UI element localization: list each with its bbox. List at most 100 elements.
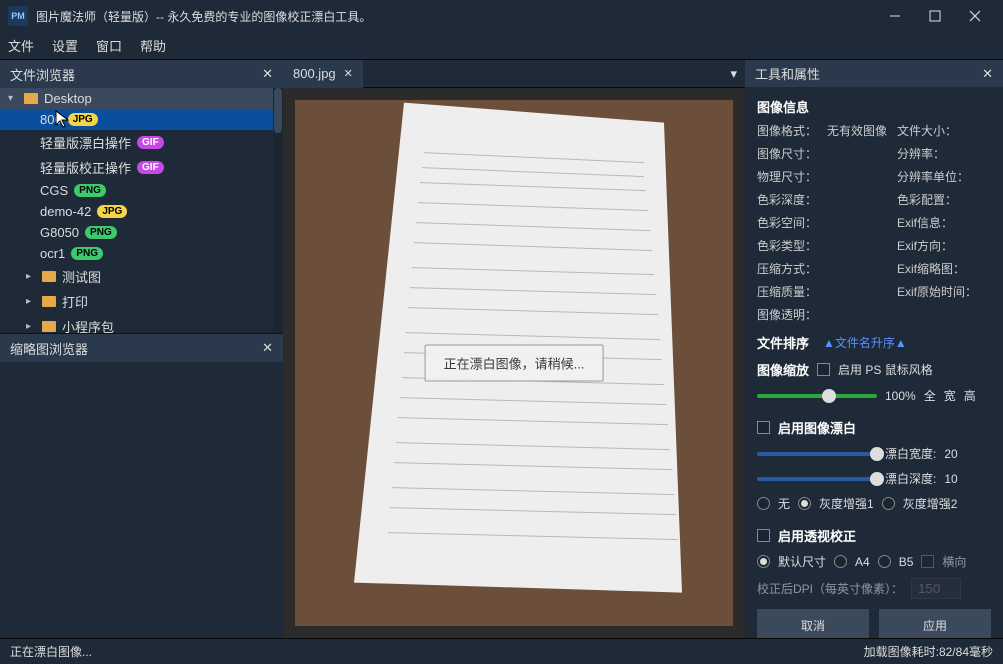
prop-label: 压缩质量： bbox=[757, 283, 827, 300]
cancel-button[interactable]: 取消 bbox=[757, 609, 869, 638]
chevron-right-icon: ▸ bbox=[26, 296, 36, 307]
prop-value: 无有效图像 bbox=[827, 122, 897, 139]
file-item[interactable]: 轻量版漂白操作GIF bbox=[0, 130, 283, 155]
folder-icon bbox=[42, 271, 56, 282]
status-right: 加载图像耗时:82/84毫秒 bbox=[864, 643, 993, 660]
prop-label: 压缩方式： bbox=[757, 260, 827, 277]
file-browser-close-icon[interactable]: ✕ bbox=[262, 66, 273, 82]
prop-label: 色彩配置： bbox=[897, 191, 977, 208]
prop-label: Exif缩略图： bbox=[897, 260, 977, 277]
file-badge: PNG bbox=[71, 247, 103, 260]
properties-title: 工具和属性 bbox=[755, 64, 820, 83]
bleach-width-slider[interactable] bbox=[757, 452, 877, 456]
folder-name: 小程序包 bbox=[62, 317, 114, 334]
prop-label: 图像透明： bbox=[757, 306, 827, 323]
bleach-depth-slider[interactable] bbox=[757, 477, 877, 481]
zoom-full-button[interactable]: 全 bbox=[924, 387, 936, 404]
landscape-label: 横向 bbox=[942, 553, 966, 570]
file-badge: PNG bbox=[85, 226, 117, 239]
file-name: ocr1 bbox=[40, 246, 65, 261]
menu-settings[interactable]: 设置 bbox=[52, 36, 78, 55]
file-item[interactable]: CGSPNG bbox=[0, 180, 283, 201]
image-viewport[interactable]: 正在漂白图像，请稍候... bbox=[283, 88, 745, 638]
menubar: 文件 设置 窗口 帮助 bbox=[0, 32, 1003, 60]
image-info-grid: 图像格式：无有效图像文件大小： 图像尺寸：分辨率： 物理尺寸：分辨率单位： 色彩… bbox=[757, 122, 991, 323]
ps-mouse-checkbox[interactable] bbox=[817, 363, 830, 376]
maximize-button[interactable] bbox=[915, 0, 955, 32]
size-a4-label: A4 bbox=[855, 555, 870, 569]
file-name: 800 bbox=[40, 112, 62, 127]
file-item[interactable]: 轻量版校正操作GIF bbox=[0, 155, 283, 180]
thumb-browser-title: 缩略图浏览器 bbox=[10, 339, 88, 358]
zoom-slider[interactable] bbox=[757, 394, 877, 398]
folder-item[interactable]: ▸ 打印 bbox=[0, 289, 283, 314]
sort-label: 文件排序 bbox=[757, 333, 809, 352]
prop-label: 色彩类型： bbox=[757, 237, 827, 254]
radio-none-label: 无 bbox=[778, 495, 790, 512]
image-info-heading: 图像信息 bbox=[757, 97, 991, 116]
radio-size-default[interactable] bbox=[757, 555, 770, 568]
size-default-label: 默认尺寸 bbox=[778, 553, 826, 570]
minimize-button[interactable] bbox=[875, 0, 915, 32]
prop-label: 分辨率： bbox=[897, 145, 977, 162]
menu-help[interactable]: 帮助 bbox=[140, 36, 166, 55]
tab-label: 800.jpg bbox=[293, 66, 336, 81]
bleach-width-label: 漂白宽度: bbox=[885, 445, 936, 462]
prop-label: 图像尺寸： bbox=[757, 145, 827, 162]
statusbar: 正在漂白图像... 加载图像耗时:82/84毫秒 bbox=[0, 638, 1003, 664]
folder-item[interactable]: ▸小程序包 bbox=[0, 314, 283, 334]
tree-root[interactable]: ▾ Desktop bbox=[0, 88, 283, 109]
folder-name: 打印 bbox=[62, 292, 88, 311]
thumb-panel bbox=[0, 362, 283, 638]
radio-size-a4[interactable] bbox=[834, 555, 847, 568]
prop-label: 图像格式： bbox=[757, 122, 827, 139]
tab-image[interactable]: 800.jpg ✕ bbox=[283, 60, 363, 88]
processing-overlay: 正在漂白图像，请稍候... bbox=[425, 345, 604, 382]
bleach-width-value: 20 bbox=[944, 447, 957, 461]
folder-item[interactable]: ▸测试图 bbox=[0, 264, 283, 289]
titlebar: PM 图片魔法师（轻量版）-- 永久免费的专业的图像校正漂白工具。 bbox=[0, 0, 1003, 32]
tabbar: 800.jpg ✕ ▾ bbox=[283, 60, 745, 88]
prop-label: Exif原始时间： bbox=[897, 283, 977, 300]
bleach-checkbox[interactable] bbox=[757, 421, 770, 434]
folder-name: 测试图 bbox=[62, 267, 101, 286]
radio-gray2[interactable] bbox=[882, 497, 895, 510]
folder-icon bbox=[42, 321, 56, 332]
dpi-label: 校正后DPI（每英寸像素）： bbox=[757, 580, 903, 597]
file-item[interactable]: demo-42JPG bbox=[0, 201, 283, 222]
app-logo: PM bbox=[8, 6, 28, 26]
thumb-browser-close-icon[interactable]: ✕ bbox=[262, 340, 273, 356]
close-button[interactable] bbox=[955, 0, 995, 32]
dpi-input[interactable] bbox=[911, 578, 961, 599]
file-tree-scrollbar[interactable] bbox=[273, 88, 283, 333]
perspective-checkbox[interactable] bbox=[757, 529, 770, 542]
tab-dropdown-icon[interactable]: ▾ bbox=[722, 66, 745, 82]
file-badge: GIF bbox=[137, 161, 164, 174]
landscape-checkbox[interactable] bbox=[921, 555, 934, 568]
file-item[interactable]: G8050PNG bbox=[0, 222, 283, 243]
radio-gray1-label: 灰度增强1 bbox=[819, 495, 874, 512]
apply-button[interactable]: 应用 bbox=[879, 609, 991, 638]
radio-none[interactable] bbox=[757, 497, 770, 510]
menu-window[interactable]: 窗口 bbox=[96, 36, 122, 55]
properties-close-icon[interactable]: ✕ bbox=[982, 66, 993, 82]
bleach-depth-label: 漂白深度: bbox=[885, 470, 936, 487]
file-badge: PNG bbox=[74, 184, 106, 197]
zoom-100-button[interactable]: 100% bbox=[885, 389, 916, 403]
file-item[interactable]: ocr1 PNG bbox=[0, 243, 283, 264]
prop-label: 分辨率单位： bbox=[897, 168, 977, 185]
zoom-wide-button[interactable]: 宽 bbox=[944, 387, 956, 404]
tab-close-icon[interactable]: ✕ bbox=[344, 67, 353, 80]
prop-label: 文件大小： bbox=[897, 122, 977, 139]
properties-header: 工具和属性 ✕ bbox=[745, 60, 1003, 87]
menu-file[interactable]: 文件 bbox=[8, 36, 34, 55]
radio-size-b5[interactable] bbox=[878, 555, 891, 568]
sort-link[interactable]: ▲文件名升序▲ bbox=[823, 334, 907, 351]
zoom-label: 图像缩放 bbox=[757, 360, 809, 379]
status-left: 正在漂白图像... bbox=[10, 643, 92, 660]
file-item[interactable]: 800JPG bbox=[0, 109, 283, 130]
radio-gray1[interactable] bbox=[798, 497, 811, 510]
zoom-high-button[interactable]: 高 bbox=[964, 387, 976, 404]
file-name: demo-42 bbox=[40, 204, 91, 219]
root-label: Desktop bbox=[44, 91, 92, 106]
